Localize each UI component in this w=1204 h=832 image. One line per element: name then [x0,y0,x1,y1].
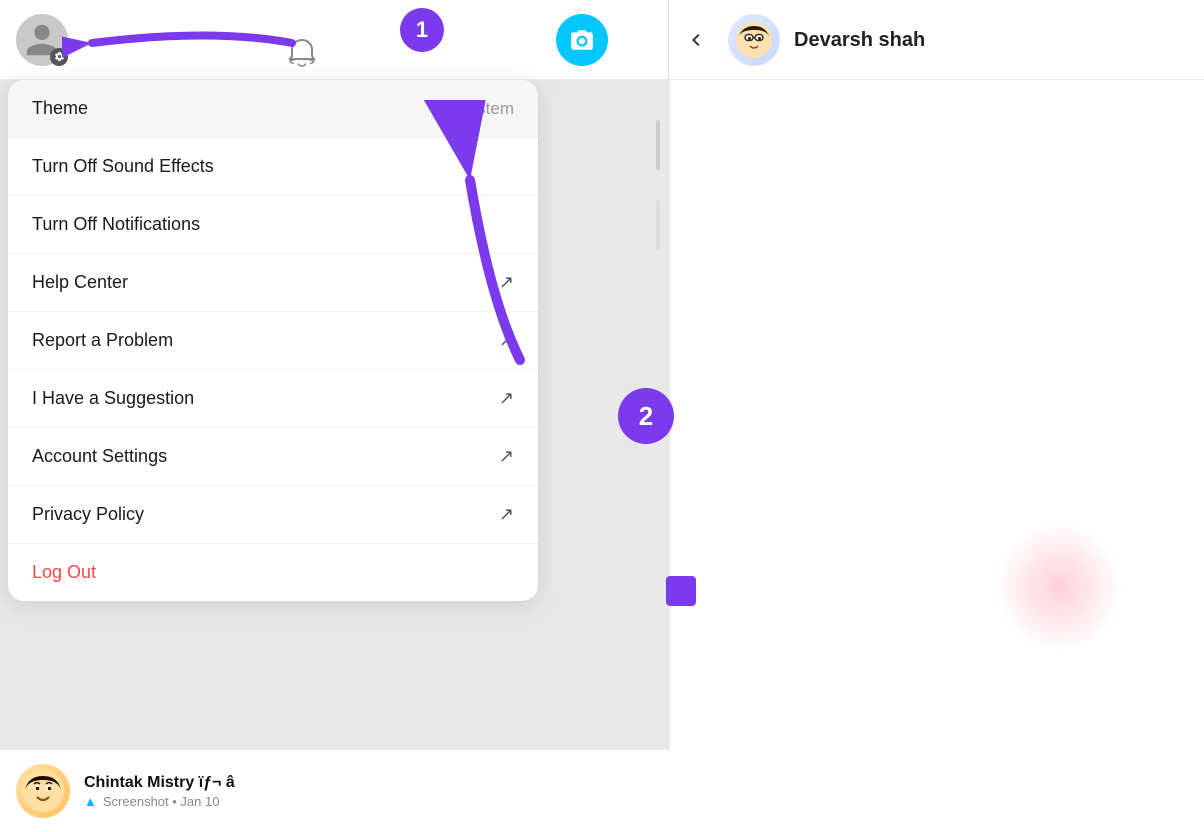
contact-info: Chintak Mistry ïƒ¬ â ▲ Screenshot • Jan … [84,774,654,809]
report-label: Report a Problem [32,330,173,351]
help-label: Help Center [32,272,128,293]
menu-item-account[interactable]: Account Settings ↗ [8,428,538,486]
menu-item-help[interactable]: Help Center ↗ [8,254,538,312]
suggestion-external-icon: ↗ [499,388,514,409]
camera-button[interactable] [556,14,608,66]
menu-item-report[interactable]: Report a Problem ↗ [8,312,538,370]
contact-avatar [16,764,70,818]
bottom-contact[interactable]: Chintak Mistry ïƒ¬ â ▲ Screenshot • Jan … [0,750,670,832]
chat-user-avatar [728,14,780,66]
snapchat-logo-icon: ▲ [84,794,97,809]
menu-item-privacy[interactable]: Privacy Policy ↗ [8,486,538,544]
pink-blur-decoration [994,522,1124,652]
notifications-label: Turn Off Notifications [32,214,200,235]
back-button[interactable] [678,22,714,58]
account-external-icon: ↗ [499,446,514,467]
annotation-badge-2: 2 [618,388,674,444]
contact-meta: ▲ Screenshot • Jan 10 [84,794,654,809]
contact-meta-text: Screenshot • Jan 10 [103,794,220,809]
gear-badge [50,48,68,66]
menu-item-sound[interactable]: Turn Off Sound Effects [8,138,538,196]
menu-item-notifications[interactable]: Turn Off Notifications [8,196,538,254]
right-panel [670,80,1204,832]
purple-square-decoration [666,576,696,606]
menu-item-theme[interactable]: Theme System [8,80,538,138]
menu-item-suggestion[interactable]: I Have a Suggestion ↗ [8,370,538,428]
report-external-icon: ↗ [499,330,514,351]
privacy-external-icon: ↗ [499,504,514,525]
account-label: Account Settings [32,446,167,467]
settings-dropdown: Theme System Turn Off Sound Effects Turn… [8,80,538,601]
scroll-indicator [656,120,660,170]
logout-label: Log Out [32,562,96,583]
menu-item-logout[interactable]: Log Out [8,544,538,601]
theme-label: Theme [32,98,88,119]
help-external-icon: ↗ [499,272,514,293]
suggestion-label: I Have a Suggestion [32,388,194,409]
user-avatar[interactable] [16,14,68,66]
left-panel: Theme System Turn Off Sound Effects Turn… [0,80,670,832]
chat-user-name: Devarsh shah [794,29,925,52]
snapchat-ghost-icon[interactable] [280,32,324,81]
theme-value: System [457,99,514,119]
annotation-badge-1: 1 [400,8,444,52]
sound-label: Turn Off Sound Effects [32,156,214,177]
privacy-label: Privacy Policy [32,504,144,525]
scroll-indicator [656,200,660,250]
contact-name: Chintak Mistry ïƒ¬ â [84,774,654,792]
